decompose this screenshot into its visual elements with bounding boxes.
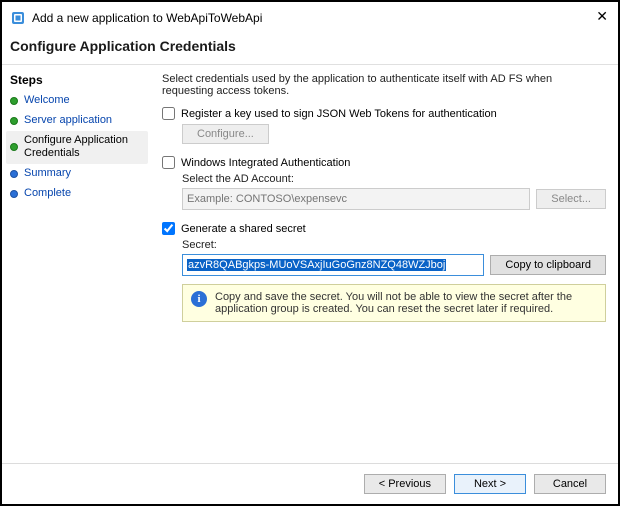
- sidebar-item-label: Welcome: [24, 94, 70, 108]
- ad-account-input: [182, 188, 530, 210]
- steps-sidebar: Steps Welcome Server application Configu…: [2, 65, 152, 463]
- info-icon: i: [191, 291, 207, 307]
- close-icon[interactable]: ✕: [596, 8, 608, 25]
- sidebar-item-label: Complete: [24, 187, 71, 201]
- select-account-button: Select...: [536, 189, 606, 209]
- sidebar-item-complete[interactable]: Complete: [6, 184, 148, 204]
- wia-checkbox[interactable]: [162, 156, 175, 169]
- sidebar-item-label: Summary: [24, 167, 71, 181]
- wia-label: Windows Integrated Authentication: [181, 157, 350, 169]
- titlebar: Add a new application to WebApiToWebApi …: [2, 2, 618, 32]
- wia-checkbox-row[interactable]: Windows Integrated Authentication: [162, 156, 606, 169]
- body: Steps Welcome Server application Configu…: [2, 65, 618, 463]
- register-key-checkbox-row[interactable]: Register a key used to sign JSON Web Tok…: [162, 107, 606, 120]
- copy-clipboard-button[interactable]: Copy to clipboard: [490, 255, 606, 275]
- steps-heading: Steps: [6, 71, 148, 91]
- sidebar-item-server-application[interactable]: Server application: [6, 111, 148, 131]
- shared-secret-checkbox-row[interactable]: Generate a shared secret: [162, 222, 606, 235]
- sidebar-item-welcome[interactable]: Welcome: [6, 91, 148, 111]
- secret-info-text: Copy and save the secret. You will not b…: [215, 291, 597, 315]
- shared-secret-label: Generate a shared secret: [181, 223, 306, 235]
- next-button[interactable]: Next >: [454, 474, 526, 494]
- sidebar-item-configure-credentials[interactable]: Configure Application Credentials: [6, 131, 148, 165]
- sidebar-item-label: Configure Application Credentials: [24, 134, 144, 162]
- app-icon: [10, 10, 26, 26]
- step-dot-icon: [10, 97, 18, 105]
- configure-button: Configure...: [182, 124, 269, 144]
- step-dot-icon: [10, 117, 18, 125]
- sidebar-item-label: Server application: [24, 114, 112, 128]
- shared-secret-section: Generate a shared secret Secret: azvR8QA…: [162, 222, 606, 322]
- step-dot-icon: [10, 170, 18, 178]
- secret-sublabel: Secret:: [182, 239, 606, 251]
- intro-text: Select credentials used by the applicati…: [162, 73, 606, 97]
- window-title: Add a new application to WebApiToWebApi: [32, 11, 262, 25]
- register-key-section: Register a key used to sign JSON Web Tok…: [162, 107, 606, 144]
- previous-button[interactable]: < Previous: [364, 474, 446, 494]
- shared-secret-checkbox[interactable]: [162, 222, 175, 235]
- step-dot-icon: [10, 190, 18, 198]
- sidebar-item-summary[interactable]: Summary: [6, 164, 148, 184]
- secret-input[interactable]: azvR8QABgkps-MUoVSAxjIuGoGnz8NZQ48WZJboj: [182, 254, 484, 276]
- secret-info-box: i Copy and save the secret. You will not…: [182, 284, 606, 322]
- page-title: Configure Application Credentials: [2, 32, 618, 65]
- cancel-button[interactable]: Cancel: [534, 474, 606, 494]
- register-key-checkbox[interactable]: [162, 107, 175, 120]
- step-dot-icon: [10, 143, 18, 151]
- register-key-label: Register a key used to sign JSON Web Tok…: [181, 108, 497, 120]
- footer: < Previous Next > Cancel: [2, 463, 618, 504]
- wizard-window: Add a new application to WebApiToWebApi …: [0, 0, 620, 506]
- secret-value: azvR8QABgkps-MUoVSAxjIuGoGnz8NZQ48WZJboj: [187, 259, 446, 271]
- wia-sublabel: Select the AD Account:: [182, 173, 606, 185]
- main-content: Select credentials used by the applicati…: [152, 65, 618, 463]
- wia-section: Windows Integrated Authentication Select…: [162, 156, 606, 210]
